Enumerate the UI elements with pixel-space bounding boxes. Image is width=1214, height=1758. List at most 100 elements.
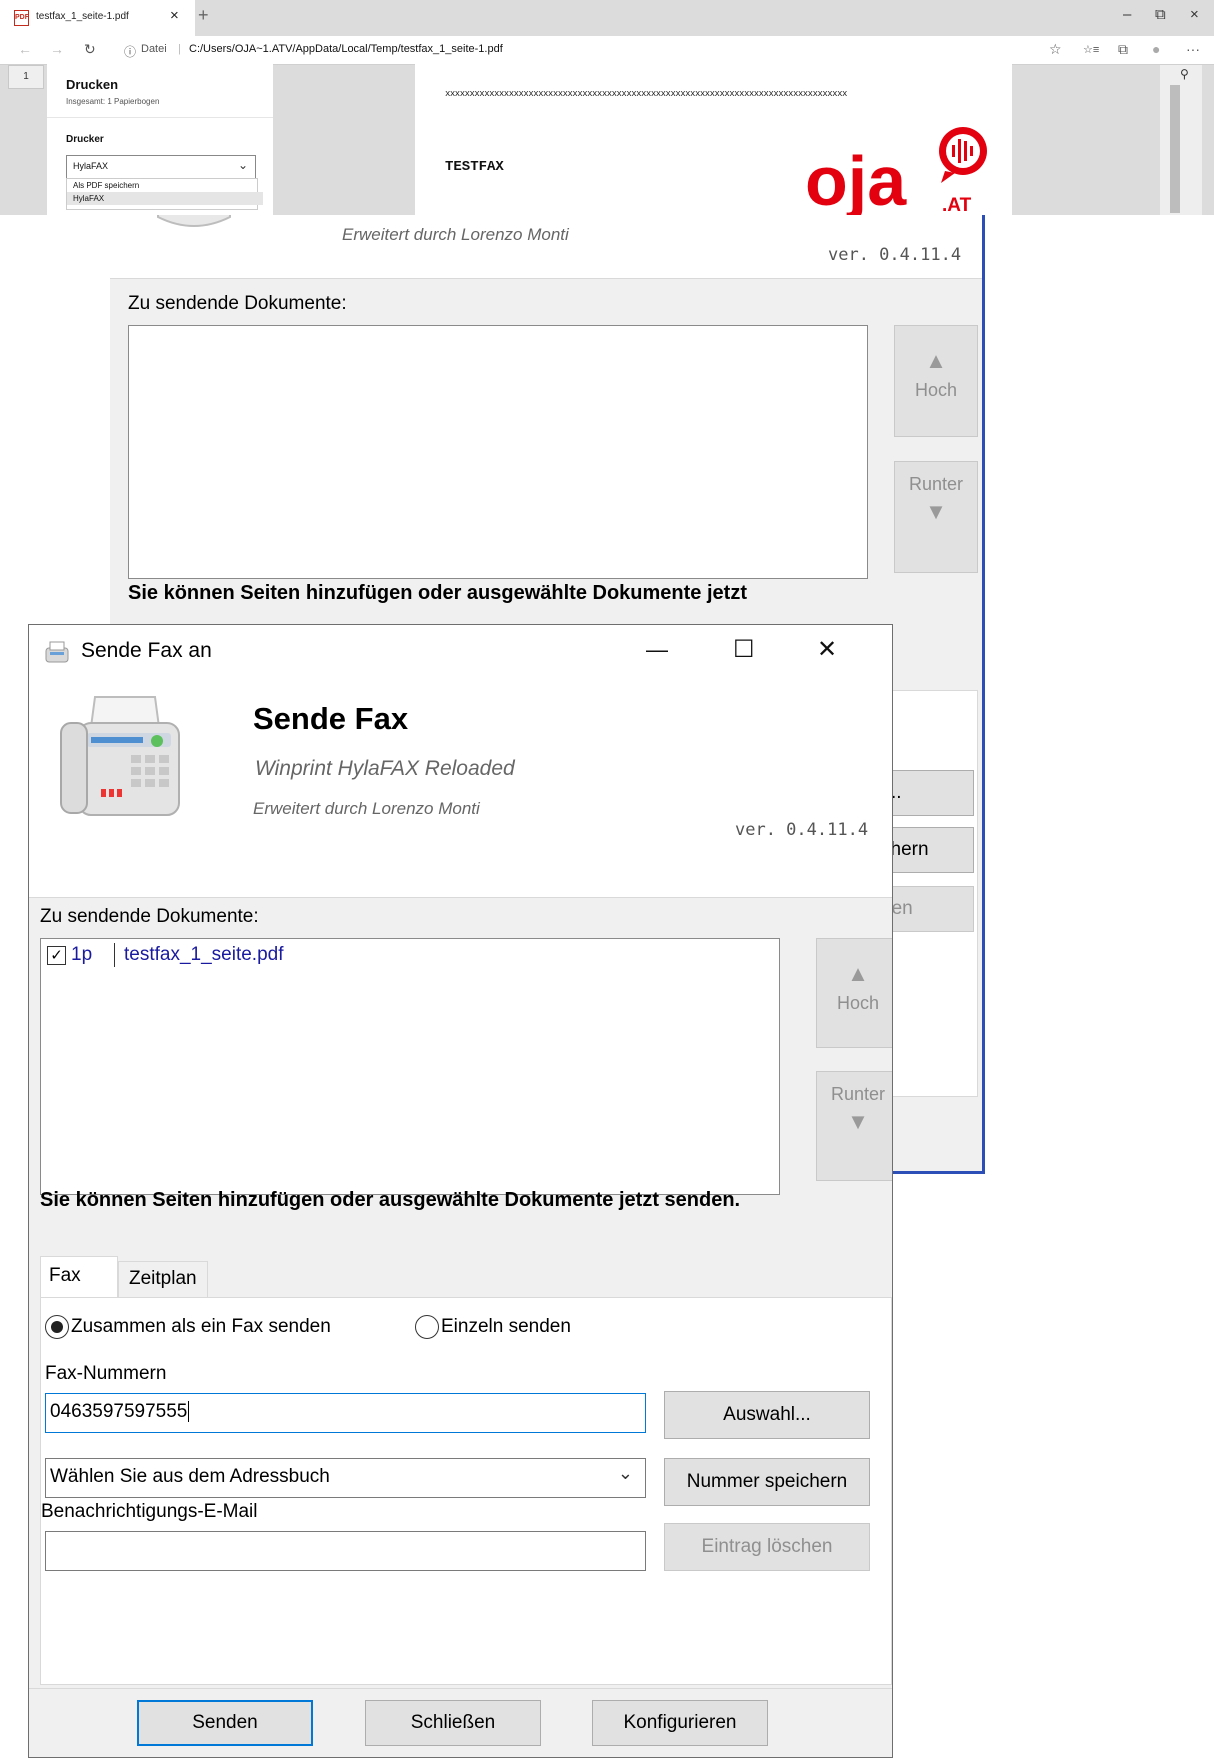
radio-single[interactable] (415, 1315, 439, 1339)
print-title: Drucken (66, 77, 119, 92)
addressbook-select[interactable]: Wählen Sie aus dem Adressbuch ⌄ (45, 1458, 646, 1498)
close-icon[interactable]: ✕ (817, 635, 837, 664)
refresh-icon[interactable]: ↻ (84, 41, 96, 58)
close-button[interactable]: Schließen (365, 1700, 541, 1746)
save-number-button[interactable]: Nummer speichern (664, 1458, 870, 1506)
delete-entry-button: Eintrag löschen (664, 1523, 870, 1571)
down-label: Runter (830, 1084, 886, 1104)
back-up-button: ▲ Hoch (894, 325, 978, 437)
divider (47, 117, 273, 118)
dialog-title: Sende Fax (253, 701, 409, 736)
title-bar: Sende Fax an — ☐ ✕ (29, 625, 892, 681)
documents-list[interactable]: ✓ 1p testfax_1_seite.pdf (40, 938, 780, 1195)
back-documents-label: Zu sendende Dokumente: (128, 293, 347, 314)
new-tab-icon[interactable]: + (198, 5, 209, 26)
back-up-label: Hoch (914, 380, 958, 400)
tab-zeitplan[interactable]: Zeitplan (118, 1261, 208, 1297)
print-subtitle: Insgesamt: 1 Papierbogen (66, 97, 160, 106)
chevron-down-icon: ⌄ (617, 1463, 633, 1483)
document-pages: 1p (71, 944, 93, 965)
fax-machine-icon (157, 215, 231, 227)
info-icon[interactable]: ⓘ (124, 43, 136, 60)
print-panel: Drucken Insgesamt: 1 Papierbogen Drucker… (47, 59, 273, 215)
hint-text: Sie können Seiten hinzufügen oder ausgew… (40, 1189, 741, 1211)
document-filename: testfax_1_seite.pdf (124, 944, 284, 965)
front-fax-window: Sende Fax an — ☐ ✕ Sende Fax Winprint Hy… (28, 624, 893, 1758)
printer-option-hylafax[interactable]: HylaFAX (67, 192, 263, 205)
printer-option-pdf[interactable]: Als PDF speichern (67, 179, 263, 192)
printer-label: Drucker (66, 134, 104, 145)
fax-number-value: 0463597597555 (50, 1401, 188, 1422)
collections-icon[interactable]: ⧉ (1118, 41, 1128, 58)
document-checkbox[interactable]: ✓ (47, 946, 66, 965)
text-cursor (188, 1401, 190, 1422)
fax-number-input[interactable]: 0463597597555 (45, 1393, 646, 1433)
dialog-subtitle2: Erweitert durch Lorenzo Monti (253, 799, 480, 818)
list-item[interactable]: ✓ 1p testfax_1_seite.pdf (47, 943, 647, 971)
tab-close-icon[interactable]: × (170, 7, 179, 24)
pdf-viewer: 1 Drucken Insgesamt: 1 Papierbogen Druck… (0, 59, 1214, 215)
up-label: Hoch (836, 993, 880, 1013)
close-icon[interactable]: × (1190, 6, 1199, 23)
tab-title: testfax_1_seite-1.pdf (36, 11, 129, 22)
browser-tab[interactable]: PDF testfax_1_seite-1.pdf × (0, 0, 195, 36)
pin-icon[interactable]: ⚲ (1180, 67, 1189, 81)
email-field[interactable] (45, 1531, 646, 1571)
minimize-icon[interactable]: – (1123, 6, 1131, 23)
oja-logo: oja .AT (805, 127, 987, 215)
arrow-down-icon: ▼ (847, 1109, 869, 1134)
minimize-icon[interactable]: — (646, 637, 668, 663)
dialog-footer: Senden Schließen Konfigurieren (29, 1688, 892, 1757)
back-header: Erweitert durch Lorenzo Monti ver. 0.4.1… (110, 215, 982, 278)
favorite-icon[interactable]: ☆ (1049, 41, 1062, 58)
back-hint: Sie können Seiten hinzufügen oder ausgew… (128, 582, 747, 604)
divider (110, 278, 982, 279)
back-documents-list[interactable] (128, 325, 868, 579)
scrollbar[interactable] (1160, 65, 1202, 215)
arrow-up-icon: ▲ (847, 961, 869, 986)
dialog-version: ver. 0.4.11.4 (735, 820, 869, 840)
back-version: ver. 0.4.11.4 (828, 245, 962, 265)
browser-window: PDF testfax_1_seite-1.pdf × + – ⧉ × ← → … (0, 0, 1214, 215)
forward-icon[interactable]: → (50, 41, 64, 57)
documents-label: Zu sendende Dokumente: (40, 906, 259, 927)
down-button: Runter ▼ (816, 1071, 892, 1181)
tab-fax[interactable]: Fax (40, 1256, 118, 1298)
fax-window-icon (45, 641, 69, 663)
send-button[interactable]: Senden (137, 1700, 313, 1746)
chevron-down-icon: ⌄ (237, 158, 248, 172)
more-icon[interactable]: ··· (1186, 41, 1200, 57)
scrollbar-thumb[interactable] (1170, 85, 1180, 213)
page-thumbnail[interactable]: 1 (8, 65, 44, 89)
back-down-label: Runter (908, 474, 964, 494)
radio-together-label[interactable]: Zusammen als ein Fax senden (71, 1316, 331, 1338)
restore-icon[interactable]: ⧉ (1155, 6, 1166, 23)
printer-dropdown: Als PDF speichern HylaFAX (66, 178, 263, 210)
back-subtitle2: Erweitert durch Lorenzo Monti (342, 225, 569, 244)
email-label: Benachrichtigungs-E-Mail (41, 1501, 258, 1522)
column-separator (114, 943, 115, 967)
configure-button[interactable]: Konfigurieren (592, 1700, 768, 1746)
fax-tab-panel: Zusammen als ein Fax senden Einzeln send… (40, 1297, 892, 1685)
profile-icon[interactable]: ● (1152, 41, 1160, 57)
maximize-icon[interactable]: ☐ (733, 635, 755, 664)
logo-sub: .AT (942, 195, 972, 215)
tab-bar: PDF testfax_1_seite-1.pdf × + – ⧉ × (0, 0, 1214, 36)
printer-select[interactable]: HylaFAX ⌄ (66, 155, 256, 179)
pdf-icon: PDF (14, 10, 29, 26)
arrow-up-icon: ▲ (925, 348, 947, 373)
back-icon[interactable]: ← (18, 41, 32, 57)
dialog-subtitle: Winprint HylaFAX Reloaded (255, 757, 515, 780)
separator: | (178, 43, 181, 55)
pdf-page: xxxxxxxxxxxxxxxxxxxxxxxxxxxxxxxxxxxxxxxx… (415, 59, 1012, 215)
favorites-list-icon[interactable]: ☆≡ (1083, 43, 1099, 56)
pdf-x-line: xxxxxxxxxxxxxxxxxxxxxxxxxxxxxxxxxxxxxxxx… (445, 89, 847, 99)
printer-select-value: HylaFAX (73, 161, 109, 171)
radio-together[interactable] (45, 1315, 69, 1339)
url-text[interactable]: C:/Users/OJA~1.ATV/AppData/Local/Temp/te… (189, 43, 503, 55)
addressbook-value: Wählen Sie aus dem Adressbuch (50, 1466, 330, 1487)
auswahl-button[interactable]: Auswahl... (664, 1391, 870, 1439)
arrow-down-icon: ▼ (925, 499, 947, 524)
fax-numbers-label: Fax-Nummern (45, 1363, 167, 1384)
radio-single-label[interactable]: Einzeln senden (441, 1316, 571, 1338)
